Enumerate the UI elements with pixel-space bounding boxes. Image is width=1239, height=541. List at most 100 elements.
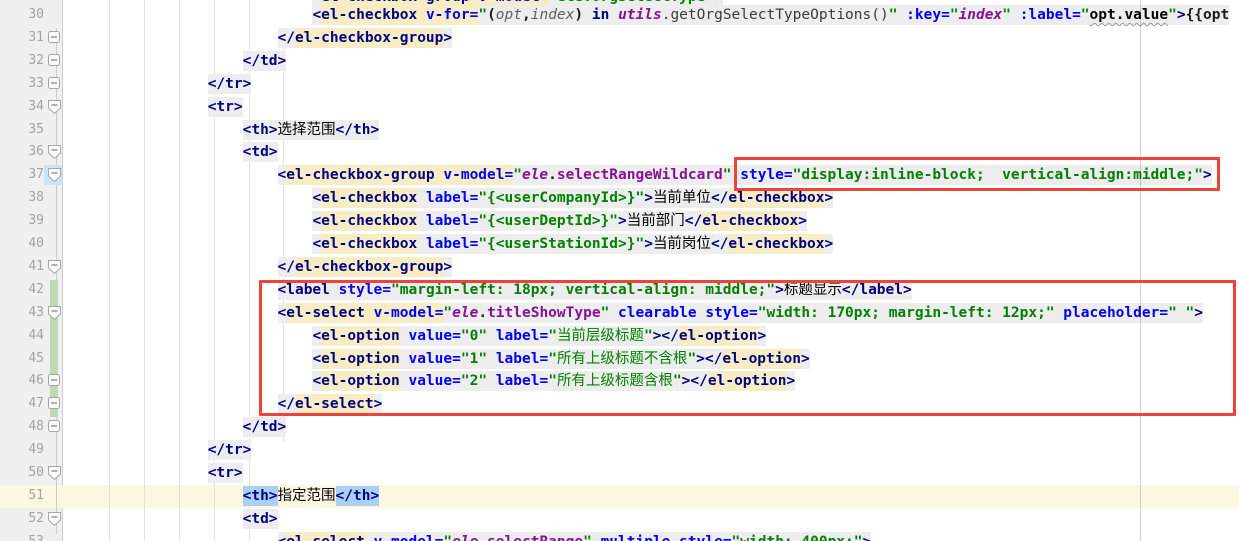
code-token[interactable]: </ xyxy=(278,28,295,48)
code-token[interactable]: :label= xyxy=(1020,5,1081,25)
code-token[interactable]: el-checkbox xyxy=(321,234,417,254)
code-token[interactable]: ( xyxy=(487,5,496,25)
code-line[interactable]: </tr> xyxy=(68,74,251,94)
code-token[interactable]: opt.value xyxy=(1090,5,1169,25)
code-token[interactable]: > xyxy=(798,211,807,231)
code-line[interactable]: <el-checkbox label="{<userCompanyId>}">当… xyxy=(68,188,833,208)
code-token[interactable]: 选择范围 xyxy=(278,120,336,140)
code-token[interactable]: label= xyxy=(426,188,478,208)
code-token[interactable]: " xyxy=(1081,5,1090,25)
code-line[interactable]: <el-checkbox label="{<userDeptId>}">当前部门… xyxy=(68,211,807,231)
code-token[interactable]: " xyxy=(443,532,452,541)
code-token[interactable]: label= xyxy=(426,234,478,254)
code-token[interactable] xyxy=(417,211,426,231)
code-token[interactable]: </tr> xyxy=(208,440,252,460)
code-token[interactable] xyxy=(417,188,426,208)
code-line[interactable]: </el-checkbox-group> xyxy=(68,257,452,277)
code-token[interactable]: < xyxy=(278,165,287,185)
code-token[interactable]: 指定范围 xyxy=(278,486,336,506)
code-token[interactable]: ele xyxy=(452,532,478,541)
fold-end-icon[interactable] xyxy=(48,374,62,388)
code-token[interactable]: </td> xyxy=(243,51,287,71)
code-line[interactable]: </td> xyxy=(68,51,286,71)
code-token[interactable]: "{<userDeptId>}" xyxy=(478,211,618,231)
code-token[interactable]: " xyxy=(1002,5,1011,25)
code-token[interactable]: <tr> xyxy=(208,97,243,117)
fold-end-icon[interactable] xyxy=(48,420,62,434)
fold-start-icon[interactable] xyxy=(48,100,62,114)
code-line[interactable]: </tr> xyxy=(68,440,251,460)
code-token[interactable]: > xyxy=(443,257,452,277)
code-token[interactable]: v-model= xyxy=(374,532,444,541)
code-line[interactable]: <el-checkbox v-for="(opt,index) in utils… xyxy=(68,5,1229,25)
code-token[interactable]: . xyxy=(548,165,557,185)
code-token[interactable]: > xyxy=(1177,5,1186,25)
code-token[interactable]: multiple xyxy=(601,532,671,541)
code-token[interactable]: in xyxy=(592,5,609,25)
code-token[interactable]: <th> xyxy=(243,486,278,506)
code-token[interactable]: </ xyxy=(711,188,728,208)
code-token[interactable]: selectRangeWildcard xyxy=(557,165,723,185)
code-token[interactable]: " xyxy=(478,5,487,25)
code-token[interactable]: el-checkbox xyxy=(321,188,417,208)
code-token[interactable]: " xyxy=(513,165,522,185)
fold-end-icon[interactable] xyxy=(48,54,62,68)
code-token[interactable]: " xyxy=(889,5,898,25)
code-token[interactable]: > xyxy=(824,188,833,208)
code-line[interactable]: <th>指定范围</th> xyxy=(68,486,379,506)
code-line[interactable]: <el-checkbox label="{<userStationId>}">当… xyxy=(68,234,833,254)
code-token[interactable]: > xyxy=(824,234,833,254)
code-token[interactable]: 当前部门 xyxy=(627,211,685,231)
code-token[interactable]: < xyxy=(312,234,321,254)
code-token[interactable]: el-checkbox-group xyxy=(286,165,434,185)
fold-start-icon[interactable] xyxy=(48,306,62,320)
fold-end-icon[interactable] xyxy=(48,77,62,91)
code-token[interactable]: el-select xyxy=(286,532,365,541)
code-token[interactable]: "{<userCompanyId>}" xyxy=(478,188,644,208)
code-token[interactable]: < xyxy=(312,188,321,208)
code-token[interactable]: ) xyxy=(574,5,591,25)
fold-end-icon[interactable] xyxy=(48,31,62,45)
code-token[interactable] xyxy=(417,5,426,25)
code-token[interactable]: . xyxy=(478,532,487,541)
code-token[interactable]: el-checkbox-group xyxy=(295,28,443,48)
code-token[interactable]: el-checkbox xyxy=(321,211,417,231)
code-token[interactable]: </th> xyxy=(336,486,380,506)
code-token[interactable]: ele xyxy=(522,165,548,185)
code-token[interactable]: > xyxy=(863,532,872,541)
code-token[interactable]: "width: 400px;" xyxy=(732,532,863,541)
fold-end-icon[interactable] xyxy=(48,397,62,411)
code-token[interactable]: , xyxy=(522,5,531,25)
code-token[interactable]: el-checkbox xyxy=(728,234,824,254)
code-token[interactable] xyxy=(592,532,601,541)
code-token[interactable]: </th> xyxy=(336,120,380,140)
fold-start-icon[interactable] xyxy=(48,260,62,274)
code-token[interactable]: utils xyxy=(618,5,662,25)
code-token[interactable]: </ xyxy=(278,257,295,277)
code-token[interactable]: > xyxy=(644,234,653,254)
code-token[interactable]: 当前单位 xyxy=(653,188,711,208)
code-token[interactable]: el-checkbox xyxy=(321,5,417,25)
code-token[interactable]: index xyxy=(531,5,575,25)
code-token[interactable] xyxy=(897,5,906,25)
code-token[interactable]: <tr> xyxy=(208,463,243,483)
code-token[interactable] xyxy=(609,5,618,25)
code-token[interactable]: el-checkbox xyxy=(728,188,824,208)
code-token[interactable]: el-checkbox xyxy=(702,211,798,231)
code-token[interactable]: "{<userStationId>}" xyxy=(478,234,644,254)
code-token[interactable]: <td> xyxy=(243,142,278,162)
code-token[interactable]: v-model= xyxy=(443,165,513,185)
code-token[interactable]: < xyxy=(312,5,321,25)
code-token[interactable]: <td> xyxy=(243,509,278,529)
code-token[interactable]: label= xyxy=(426,211,478,231)
code-token[interactable]: index xyxy=(959,5,1003,25)
code-token[interactable]: :key= xyxy=(906,5,950,25)
code-token[interactable]: " xyxy=(1168,5,1177,25)
code-token[interactable] xyxy=(1011,5,1020,25)
code-line[interactable]: <el-select v-model="ele.selectRange" mul… xyxy=(68,532,871,541)
code-line[interactable]: </td> xyxy=(68,417,286,437)
code-token[interactable] xyxy=(417,234,426,254)
code-token[interactable]: > xyxy=(618,211,627,231)
code-token[interactable]: < xyxy=(312,211,321,231)
code-token[interactable]: <th> xyxy=(243,120,278,140)
